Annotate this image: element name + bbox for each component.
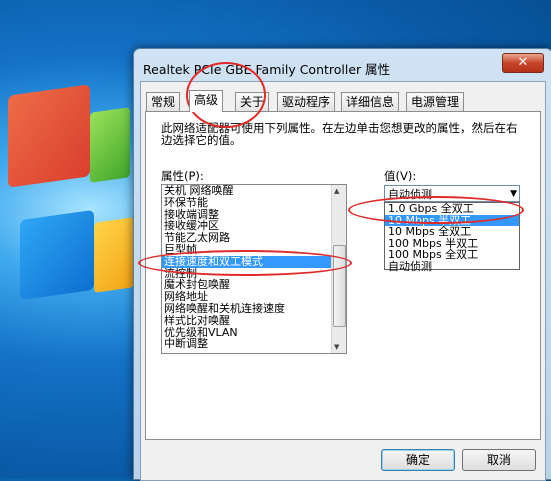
value-dropdown-list[interactable]: 1.0 Gbps 全双工 10 Mbps 半双工 10 Mbps 全双工 100… — [384, 202, 520, 273]
dropdown-option[interactable]: 自动侦测 — [385, 261, 519, 273]
cancel-button[interactable]: 取消 — [462, 449, 536, 471]
window-title: Realtek PCIe GBE Family Controller 属性 — [143, 62, 391, 77]
value-combobox[interactable]: 自动侦测 ▼ — [384, 185, 520, 202]
title-bar[interactable]: Realtek PCIe GBE Family Controller 属性 ✕ — [134, 49, 551, 81]
windows-logo-green-pane — [90, 107, 130, 183]
windows-logo-yellow-pane — [94, 217, 134, 293]
list-item[interactable]: 网络唤醒和关机连接速度 — [162, 303, 346, 315]
tab-general[interactable]: 常规 — [146, 92, 181, 111]
advanced-tab-panel: 此网络适配器可使用下列属性。在左边单击您想更改的属性，然后在右边选择它的值。 属… — [145, 111, 541, 440]
scrollbar-thumb[interactable] — [333, 245, 346, 327]
tab-details[interactable]: 详细信息 — [341, 92, 400, 111]
instructions-text: 此网络适配器可使用下列属性。在左边单击您想更改的属性，然后在右边选择它的值。 — [161, 121, 518, 147]
ok-button[interactable]: 确定 — [381, 449, 455, 471]
windows-logo-red-pane — [8, 84, 90, 188]
combobox-selected-value: 自动侦测 — [388, 188, 432, 201]
property-listbox[interactable]: 关机 网络唤醒 环保节能 接收端调整 接收缓冲区 节能乙太网路 巨型帧 连接速度… — [161, 184, 347, 354]
dialog-client-area: 常规 高级 关于 驱动程序 详细信息 电源管理 此网络适配器可使用下列属性。在左… — [140, 81, 546, 481]
tab-driver[interactable]: 驱动程序 — [277, 92, 336, 111]
windows-logo-blue-pane — [20, 209, 94, 301]
close-icon: ✕ — [517, 55, 529, 70]
close-button[interactable]: ✕ — [502, 53, 544, 73]
tab-about[interactable]: 关于 — [235, 92, 270, 111]
scroll-down-arrow-icon[interactable]: ▼ — [334, 343, 339, 351]
property-label: 属性(P): — [161, 169, 204, 183]
dropdown-option[interactable]: 1.0 Gbps 全双工 — [385, 203, 519, 215]
dropdown-arrow-icon[interactable]: ▼ — [510, 186, 517, 203]
value-label: 值(V): — [384, 169, 417, 183]
list-item[interactable]: 巨型帧 — [162, 244, 346, 256]
list-item[interactable]: 样式比对唤醒 — [162, 314, 346, 327]
properties-dialog: Realtek PCIe GBE Family Controller 属性 ✕ … — [133, 48, 551, 481]
tab-advanced[interactable]: 高级 — [189, 90, 224, 112]
scroll-up-arrow-icon[interactable]: ▲ — [334, 187, 339, 195]
list-item[interactable]: 环保节能 — [162, 196, 346, 209]
tab-power-management[interactable]: 电源管理 — [406, 92, 465, 111]
list-item[interactable]: 中断调整 — [162, 338, 346, 350]
property-list-scrollbar[interactable]: ▲ ▼ — [331, 185, 346, 353]
list-item-selected[interactable]: 连接速度和双工模式 — [162, 255, 346, 268]
